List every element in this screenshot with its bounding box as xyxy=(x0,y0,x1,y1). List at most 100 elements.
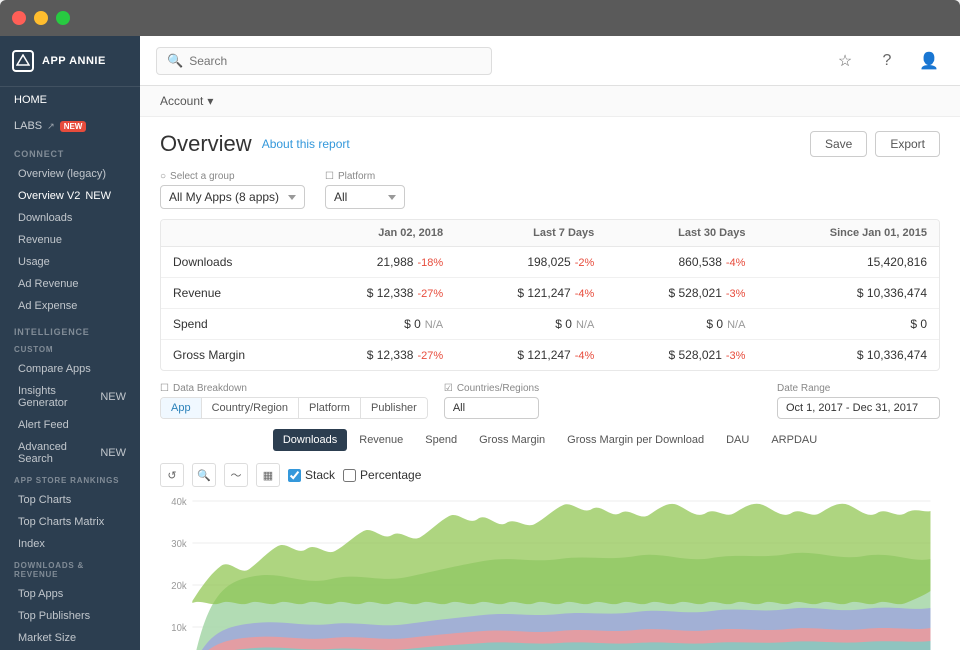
stack-checkbox[interactable]: Stack xyxy=(288,468,335,482)
sidebar-item-top-charts-matrix[interactable]: Top Charts Matrix xyxy=(0,511,140,533)
intelligence-section: INTELLIGENCE xyxy=(0,317,140,341)
export-button[interactable]: Export xyxy=(875,131,940,157)
maximize-btn[interactable] xyxy=(56,11,70,25)
row-label-revenue: Revenue xyxy=(161,278,305,309)
metric-tab-downloads[interactable]: Downloads xyxy=(273,429,347,451)
row-downloads-30d: 860,538-4% xyxy=(606,247,757,278)
col-header-jan: Jan 02, 2018 xyxy=(305,220,455,247)
overview-v2-badge: NEW xyxy=(85,190,111,202)
breakdown-tab-country[interactable]: Country/Region xyxy=(202,398,299,418)
metric-tab-arpdau[interactable]: ARPDAU xyxy=(761,429,827,451)
table-row: Gross Margin $ 12,338-27% $ 121,247-4% $… xyxy=(161,340,939,371)
row-downloads-7d: 198,025-2% xyxy=(455,247,606,278)
account-bar: Account ▾ xyxy=(140,86,960,117)
labs-new-badge: NEW xyxy=(60,121,87,132)
row-spend-7d: $ 0N/A xyxy=(455,309,606,340)
sidebar-item-advanced-search[interactable]: Advanced Search NEW xyxy=(0,436,140,470)
help-icon[interactable]: ? xyxy=(872,46,902,76)
countries-label: Countries/Regions xyxy=(457,383,539,394)
close-btn[interactable] xyxy=(12,11,26,25)
minimize-btn[interactable] xyxy=(34,11,48,25)
overview-header: Overview About this report Save Export xyxy=(140,117,960,167)
group-filter-label: ○ Select a group xyxy=(160,171,305,182)
group-select[interactable]: All My Apps (8 apps) xyxy=(160,185,305,209)
about-link[interactable]: About this report xyxy=(262,137,350,151)
row-downloads-since: 15,420,816 xyxy=(757,247,939,278)
platform-filter: ☐ Platform All xyxy=(325,171,405,209)
breakdown-tab-platform[interactable]: Platform xyxy=(299,398,361,418)
metric-tab-gross-margin[interactable]: Gross Margin xyxy=(469,429,555,451)
row-gm-30d: $ 528,021-3% xyxy=(606,340,757,371)
custom-section: CUSTOM xyxy=(0,341,140,358)
chart-controls: ☐ Data Breakdown App Country/Region Plat… xyxy=(140,383,960,425)
sidebar-item-insights-generator[interactable]: Insights Generator NEW xyxy=(0,380,140,414)
sidebar-item-market-size[interactable]: Market Size xyxy=(0,627,140,649)
search-icon: 🔍 xyxy=(167,53,183,69)
sidebar-item-revenue[interactable]: Revenue xyxy=(0,229,140,251)
sidebar-item-top-charts[interactable]: Top Charts xyxy=(0,489,140,511)
sidebar-item-compare-apps[interactable]: Compare Apps xyxy=(0,358,140,380)
sidebar-item-top-publishers[interactable]: Top Publishers xyxy=(0,605,140,627)
metric-tab-gm-per-dl[interactable]: Gross Margin per Download xyxy=(557,429,714,451)
col-header-metric xyxy=(161,220,305,247)
sidebar-item-top-apps-dl[interactable]: Top Apps xyxy=(0,583,140,605)
breakdown-tab-app[interactable]: App xyxy=(161,398,202,418)
user-icon[interactable]: 👤 xyxy=(914,46,944,76)
metric-tabs: Downloads Revenue Spend Gross Margin Gro… xyxy=(140,425,960,459)
downloads-revenue-section: DOWNLOADS & REVENUE xyxy=(0,555,140,583)
date-range-label: Date Range xyxy=(777,383,940,394)
star-icon[interactable]: ☆ xyxy=(830,46,860,76)
sidebar-item-home[interactable]: HOME xyxy=(0,87,140,113)
countries-select[interactable]: All xyxy=(444,397,539,419)
row-spend-since: $ 0 xyxy=(757,309,939,340)
breakdown-tab-publisher[interactable]: Publisher xyxy=(361,398,427,418)
save-button[interactable]: Save xyxy=(810,131,867,157)
platform-filter-label: ☐ Platform xyxy=(325,171,405,182)
metric-tab-dau[interactable]: DAU xyxy=(716,429,759,451)
col-header-7d: Last 7 Days xyxy=(455,220,606,247)
search-input[interactable] xyxy=(189,54,481,68)
col-header-since: Since Jan 01, 2015 xyxy=(757,220,939,247)
breakdown-label: Data Breakdown xyxy=(173,383,247,394)
sidebar-item-overview-legacy[interactable]: Overview (legacy) xyxy=(0,163,140,185)
svg-text:20k: 20k xyxy=(171,581,186,592)
labs-label: LABS xyxy=(14,120,42,132)
sidebar-item-labs[interactable]: LABS ↗ NEW xyxy=(0,113,140,139)
search-box[interactable]: 🔍 xyxy=(156,47,492,75)
chart-reset-btn[interactable]: ↺ xyxy=(160,463,184,487)
sidebar-item-ad-revenue[interactable]: Ad Revenue xyxy=(0,273,140,295)
header-actions: Save Export xyxy=(810,131,940,157)
advanced-search-badge: NEW xyxy=(100,447,126,459)
home-label: HOME xyxy=(14,94,47,106)
account-link[interactable]: Account ▾ xyxy=(160,94,940,108)
external-icon: ↗ xyxy=(47,121,55,132)
content-area: Account ▾ Overview About this report Sav… xyxy=(140,86,960,650)
table-row: Revenue $ 12,338-27% $ 121,247-4% $ 528,… xyxy=(161,278,939,309)
row-revenue-30d: $ 528,021-3% xyxy=(606,278,757,309)
insights-badge: NEW xyxy=(100,391,126,403)
sidebar-item-index[interactable]: Index xyxy=(0,533,140,555)
row-gm-since: $ 10,336,474 xyxy=(757,340,939,371)
window-chrome xyxy=(0,0,960,36)
col-header-30d: Last 30 Days xyxy=(606,220,757,247)
row-spend-jan: $ 0N/A xyxy=(305,309,455,340)
row-label-spend: Spend xyxy=(161,309,305,340)
chart-zoom-btn[interactable]: 🔍 xyxy=(192,463,216,487)
sidebar-item-usage[interactable]: Usage xyxy=(0,251,140,273)
table-row: Spend $ 0N/A $ 0N/A $ 0N/A $ 0 xyxy=(161,309,939,340)
app-store-rankings-section: APP STORE RANKINGS xyxy=(0,470,140,489)
sidebar-item-ad-expense[interactable]: Ad Expense xyxy=(0,295,140,317)
metric-tab-spend[interactable]: Spend xyxy=(415,429,467,451)
chart-toolbar: ↺ 🔍 〜 ▦ Stack Percentage xyxy=(140,459,960,491)
percentage-checkbox[interactable]: Percentage xyxy=(343,468,421,482)
sidebar-item-alert-feed[interactable]: Alert Feed xyxy=(0,414,140,436)
date-range-select[interactable]: Oct 1, 2017 - Dec 31, 2017 xyxy=(777,397,940,419)
svg-text:40k: 40k xyxy=(171,497,186,508)
chart-line-btn[interactable]: 〜 xyxy=(224,463,248,487)
chart-bar-btn[interactable]: ▦ xyxy=(256,463,280,487)
metric-tab-revenue[interactable]: Revenue xyxy=(349,429,413,451)
sidebar-item-overview-v2[interactable]: Overview V2 NEW xyxy=(0,185,140,207)
sidebar-item-downloads[interactable]: Downloads xyxy=(0,207,140,229)
svg-text:10k: 10k xyxy=(171,623,186,634)
platform-select[interactable]: All xyxy=(325,185,405,209)
